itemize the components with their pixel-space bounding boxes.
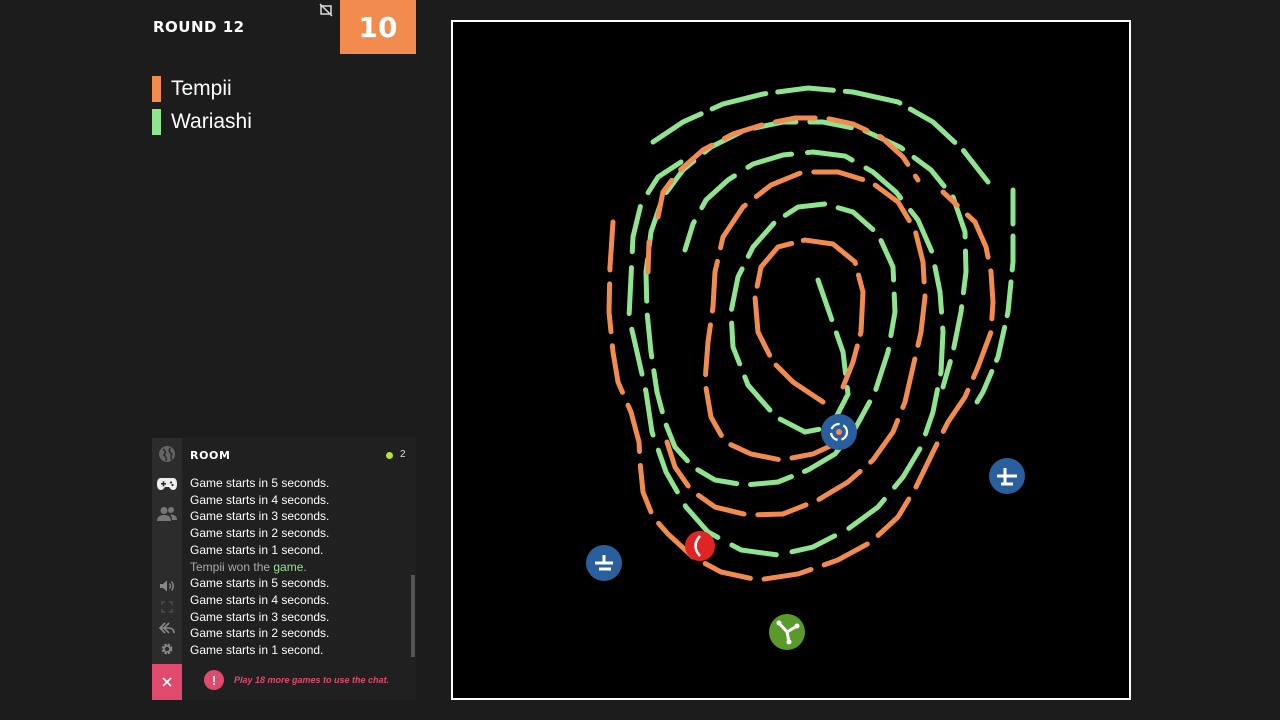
chat-message-winner: Tempii won the game. bbox=[190, 559, 406, 576]
player-row: Tempii bbox=[152, 72, 252, 105]
chat-message: Game starts in 4 seconds. bbox=[190, 492, 330, 507]
warning-icon: ! bbox=[204, 670, 224, 690]
room-sidebar bbox=[152, 438, 182, 700]
chat-message: Game starts in 3 seconds. bbox=[190, 609, 330, 624]
chat-message: Game starts in 5 seconds. bbox=[190, 476, 330, 490]
reply-icon[interactable] bbox=[157, 619, 177, 637]
room-title: ROOM bbox=[190, 449, 231, 462]
gear-icon[interactable] bbox=[157, 640, 177, 658]
chat-message: Game starts in 2 seconds. bbox=[190, 526, 330, 541]
chat-message: Game starts in 1 second. bbox=[190, 643, 324, 658]
chat-message: Game starts in 4 seconds. bbox=[190, 592, 330, 607]
chat-locked-notice: ! Play 18 more games to use the chat. bbox=[204, 670, 389, 690]
chat-notice-text: Play 18 more games to use the chat. bbox=[234, 675, 390, 685]
chat-message: Game starts in 2 seconds. bbox=[190, 626, 330, 641]
winner-highlight: game bbox=[273, 559, 304, 574]
green-powerup-bottom[interactable] bbox=[769, 614, 805, 650]
chat-message: Game starts in 1 second. bbox=[190, 542, 324, 557]
online-count: 2 bbox=[400, 449, 406, 460]
orange-trail bbox=[606, 115, 996, 583]
arena-canvas bbox=[586, 85, 1025, 650]
winner-prefix: Tempii won the bbox=[190, 559, 274, 574]
users-icon[interactable] bbox=[157, 505, 177, 523]
volume-icon[interactable] bbox=[157, 577, 177, 595]
blue-powerup-right[interactable] bbox=[989, 458, 1025, 494]
chat-message: Game starts in 5 seconds. bbox=[190, 576, 330, 591]
player-name: Wariashi bbox=[171, 109, 252, 133]
online-status-dot bbox=[386, 452, 393, 459]
hide-overlay-icon[interactable] bbox=[319, 3, 333, 17]
blue-powerup-center[interactable] bbox=[821, 414, 857, 450]
player-name: Tempii bbox=[171, 76, 232, 100]
chat-message: Game starts in 3 seconds. bbox=[190, 509, 330, 524]
round-label: ROUND 12 bbox=[153, 18, 245, 36]
fullscreen-icon[interactable] bbox=[157, 598, 177, 616]
game-arena[interactable] bbox=[451, 20, 1131, 700]
close-room-button[interactable] bbox=[152, 664, 182, 700]
chat-scrollbar[interactable] bbox=[411, 575, 415, 657]
winner-suffix: . bbox=[303, 559, 307, 574]
red-player-head bbox=[685, 531, 715, 561]
gamepad-icon[interactable] bbox=[157, 475, 177, 493]
score-counter: 10 bbox=[340, 0, 416, 54]
chat-message-list[interactable]: Game starts in 5 seconds. Game starts in… bbox=[190, 475, 406, 659]
globe-icon[interactable] bbox=[157, 445, 177, 463]
player-list: Tempii Wariashi bbox=[152, 72, 252, 138]
room-panel: ROOM 2 Game starts in 5 seconds. Game st… bbox=[152, 438, 416, 700]
player-color-bar bbox=[152, 75, 161, 102]
blue-powerup-left[interactable] bbox=[586, 545, 622, 581]
player-row: Wariashi bbox=[152, 105, 252, 138]
close-icon bbox=[162, 677, 172, 687]
player-color-bar bbox=[152, 108, 161, 135]
